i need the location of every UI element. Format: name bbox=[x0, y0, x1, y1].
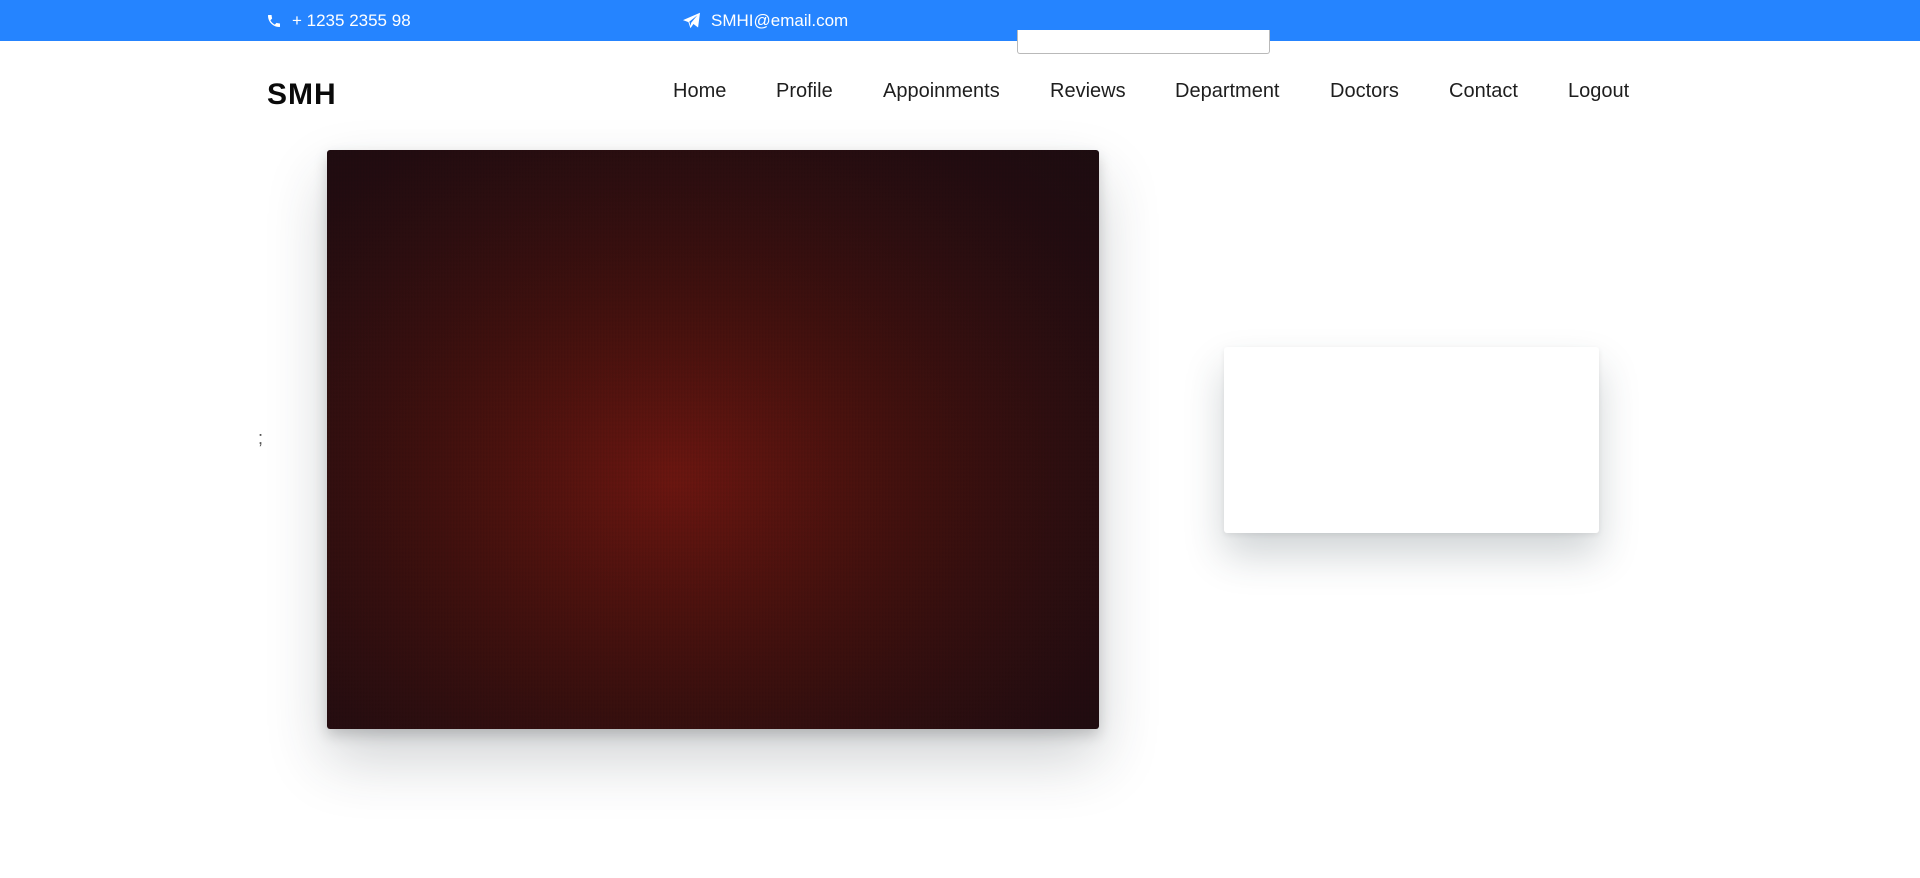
search-input[interactable] bbox=[1017, 30, 1270, 54]
main-navigation: Home Profile Appoinments Reviews Departm… bbox=[0, 80, 1920, 110]
phone-icon bbox=[266, 13, 282, 29]
phone-number: + 1235 2355 98 bbox=[292, 10, 411, 30]
paper-plane-icon bbox=[682, 12, 701, 29]
hero-image bbox=[327, 150, 1099, 729]
top-contact-bar: + 1235 2355 98 SMHI@email.com bbox=[0, 0, 1920, 41]
stray-text: ; bbox=[258, 428, 264, 448]
email-address: SMHI@email.com bbox=[711, 10, 849, 30]
nav-doctors[interactable]: Doctors bbox=[1330, 80, 1399, 103]
nav-profile[interactable]: Profile bbox=[776, 80, 833, 103]
contact-email[interactable]: SMHI@email.com bbox=[682, 0, 848, 41]
nav-logout[interactable]: Logout bbox=[1568, 80, 1629, 103]
nav-appointments[interactable]: Appoinments bbox=[883, 80, 1000, 103]
nav-contact[interactable]: Contact bbox=[1449, 80, 1518, 103]
info-card bbox=[1224, 347, 1599, 533]
contact-phone[interactable]: + 1235 2355 98 bbox=[266, 0, 411, 41]
nav-home[interactable]: Home bbox=[673, 80, 726, 103]
nav-reviews[interactable]: Reviews bbox=[1050, 80, 1126, 103]
nav-department[interactable]: Department bbox=[1175, 80, 1280, 103]
